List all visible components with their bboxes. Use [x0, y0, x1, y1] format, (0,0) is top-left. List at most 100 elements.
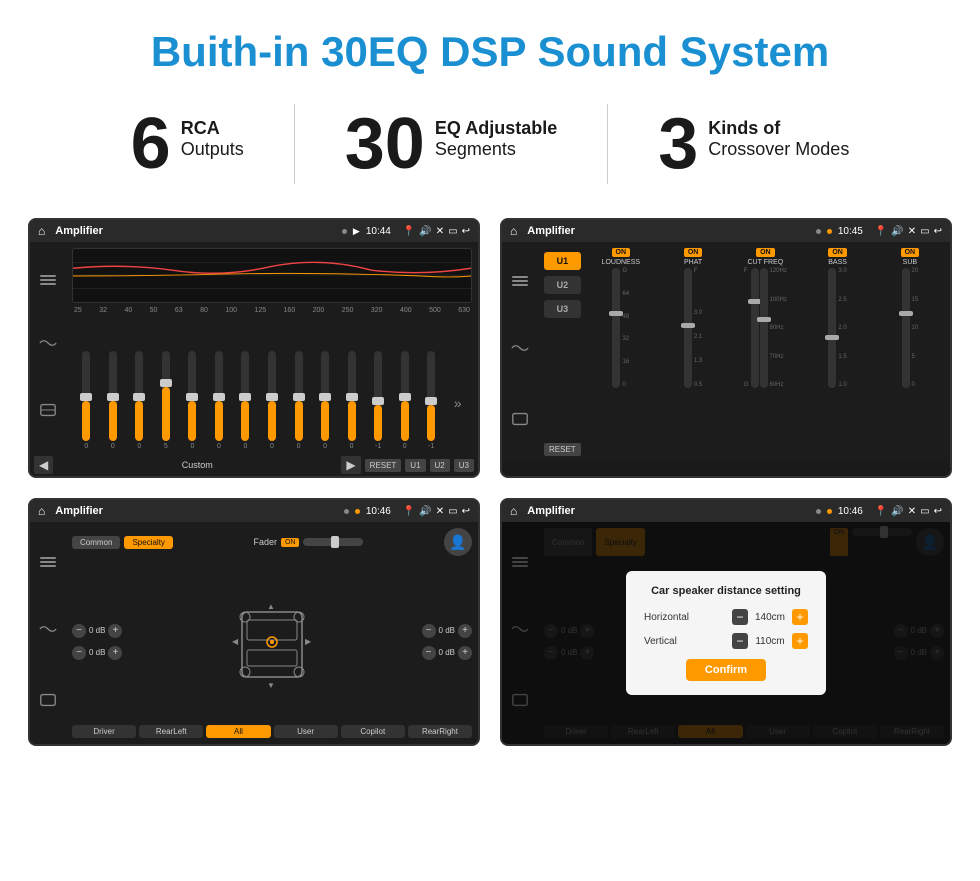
fader-back-icon[interactable]: ↩ — [462, 506, 470, 517]
eq-u3-button[interactable]: U3 — [454, 459, 474, 472]
dialog-title: Car speaker distance setting — [644, 585, 808, 597]
eq-icon-3[interactable] — [39, 401, 57, 419]
eq-reset-button[interactable]: RESET — [365, 459, 402, 472]
xo-cutfreq-label: CUT FREQ — [748, 259, 784, 266]
eq-prev-button[interactable]: ◀ — [34, 456, 53, 474]
stat-number-eq: 30 — [345, 108, 425, 180]
xo-home-icon[interactable]: ⌂ — [510, 224, 517, 238]
xo-icon-3[interactable] — [511, 410, 529, 428]
fader-close-icon[interactable]: ✕ — [436, 506, 444, 517]
right-minus-1[interactable]: − — [422, 624, 436, 638]
eq-icon-2[interactable] — [39, 334, 57, 352]
home-icon[interactable]: ⌂ — [38, 224, 45, 238]
eq-play-icon[interactable]: ▶ — [353, 226, 360, 237]
fader-settings-icon[interactable]: 👤 — [444, 528, 472, 556]
btn-rearleft[interactable]: RearLeft — [139, 725, 203, 738]
left-minus-2[interactable]: − — [72, 646, 86, 660]
eq-u2-button[interactable]: U2 — [430, 459, 450, 472]
close-icon[interactable]: ✕ — [436, 226, 444, 237]
spk-status-icons: 📍 🔊 ✕ ▭ ↩ — [875, 506, 942, 517]
right-minus-2[interactable]: − — [422, 646, 436, 660]
xo-u3-button[interactable]: U3 — [544, 300, 581, 318]
eq-slider-6: 0 — [233, 351, 258, 450]
svg-text:▶: ▶ — [305, 637, 312, 646]
xo-u1-button[interactable]: U1 — [544, 252, 581, 270]
btn-all[interactable]: All — [206, 725, 270, 738]
btn-user[interactable]: User — [274, 725, 338, 738]
screenshots-grid: ⌂ Amplifier ▶ 10:44 📍 🔊 ✕ ▭ ↩ — [0, 208, 980, 774]
xo-channel-phat: ON PHAT F 3.0 2.1 1.3 — [659, 248, 727, 456]
spk-back-icon[interactable]: ↩ — [934, 506, 942, 517]
eq-slider-9: 0 — [313, 351, 338, 450]
eq-main-area: 25 32 40 50 63 80 100 125 160 200 250 32… — [66, 242, 478, 452]
eq-icon-1[interactable] — [40, 275, 56, 285]
btn-rearright[interactable]: RearRight — [408, 725, 472, 738]
eq-next-button[interactable]: ▶ — [341, 456, 360, 474]
fader-icon-2[interactable] — [39, 620, 57, 638]
dialog-confirm-button[interactable]: Confirm — [686, 659, 766, 681]
fader-icon-3[interactable] — [39, 691, 57, 709]
spk-volume-icon[interactable]: 🔊 — [891, 506, 903, 517]
back-icon[interactable]: ↩ — [462, 226, 470, 237]
left-minus-1[interactable]: − — [72, 624, 86, 638]
xo-dot2 — [827, 229, 832, 234]
xo-volume-icon[interactable]: 🔊 — [891, 226, 903, 237]
dialog-horizontal-minus[interactable]: − — [732, 609, 748, 625]
minimize-icon[interactable]: ▭ — [448, 226, 457, 237]
xo-icon-1[interactable] — [512, 276, 528, 286]
fader-minimize-icon[interactable]: ▭ — [448, 506, 457, 517]
xo-u2-button[interactable]: U2 — [544, 276, 581, 294]
left-plus-1[interactable]: + — [108, 624, 122, 638]
right-ctrl-2: − 0 dB + — [422, 646, 472, 660]
dialog-horizontal-value: 140cm — [752, 612, 788, 623]
freq-160: 160 — [284, 307, 296, 314]
spk-app-name: Amplifier — [527, 505, 810, 517]
eq-slider-expand: » — [445, 358, 470, 450]
xo-cutfreq-ticks-r: 120Hz 100Hz 80Hz 70Hz 60Hz — [770, 268, 787, 388]
eq-side-icons — [30, 242, 66, 452]
fader-slider[interactable] — [303, 538, 363, 546]
fader-top-row: Common Specialty Fader ON 👤 — [72, 528, 472, 556]
xo-phat-label: PHAT — [684, 259, 702, 266]
right-plus-1[interactable]: + — [458, 624, 472, 638]
xo-back-icon[interactable]: ↩ — [934, 226, 942, 237]
spk-home-icon[interactable]: ⌂ — [510, 504, 517, 518]
dialog-vertical-minus[interactable]: − — [732, 633, 748, 649]
eq-slider-2: 0 — [127, 351, 152, 450]
xo-loudness-ticks: G 64 48 32 16 0 — [622, 268, 629, 388]
fader-status-bar: ⌂ Amplifier 10:46 📍 🔊 ✕ ▭ ↩ — [30, 500, 478, 522]
fader-common-tab[interactable]: Common — [72, 536, 120, 549]
spk-dot2 — [827, 509, 832, 514]
left-plus-2[interactable]: + — [108, 646, 122, 660]
xo-app-name: Amplifier — [527, 225, 810, 237]
eq-sliders: 0 0 0 — [72, 318, 472, 450]
left-val-1: 0 dB — [89, 626, 105, 635]
right-plus-2[interactable]: + — [458, 646, 472, 660]
xo-phat-ticks: F 3.0 2.1 1.3 0.5 — [694, 268, 702, 388]
fader-home-icon[interactable]: ⌂ — [38, 504, 45, 518]
fader-icon-1[interactable] — [40, 557, 56, 567]
xo-bass-badge: ON — [828, 248, 847, 257]
eq-app-name: Amplifier — [55, 225, 336, 237]
btn-copilot[interactable]: Copilot — [341, 725, 405, 738]
xo-close-icon[interactable]: ✕ — [908, 226, 916, 237]
xo-reset-button[interactable]: RESET — [544, 443, 581, 456]
xo-minimize-icon[interactable]: ▭ — [920, 226, 929, 237]
location-icon: 📍 — [403, 226, 415, 237]
volume-icon[interactable]: 🔊 — [419, 226, 431, 237]
spk-close-icon[interactable]: ✕ — [908, 506, 916, 517]
spk-minimize-icon[interactable]: ▭ — [920, 506, 929, 517]
dialog-horizontal-plus[interactable]: + — [792, 609, 808, 625]
fader-tabs: Common Specialty — [72, 536, 173, 549]
eq-u1-button[interactable]: U1 — [405, 459, 425, 472]
xo-icon-2[interactable] — [511, 339, 529, 357]
eq-freq-labels: 25 32 40 50 63 80 100 125 160 200 250 32… — [72, 307, 472, 314]
eq-slider-11: -1 — [366, 351, 391, 450]
freq-400: 400 — [400, 307, 412, 314]
btn-driver[interactable]: Driver — [72, 725, 136, 738]
dialog-vertical-plus[interactable]: + — [792, 633, 808, 649]
freq-500: 500 — [429, 307, 441, 314]
freq-630: 630 — [458, 307, 470, 314]
fader-specialty-tab[interactable]: Specialty — [124, 536, 172, 549]
fader-volume-icon[interactable]: 🔊 — [419, 506, 431, 517]
